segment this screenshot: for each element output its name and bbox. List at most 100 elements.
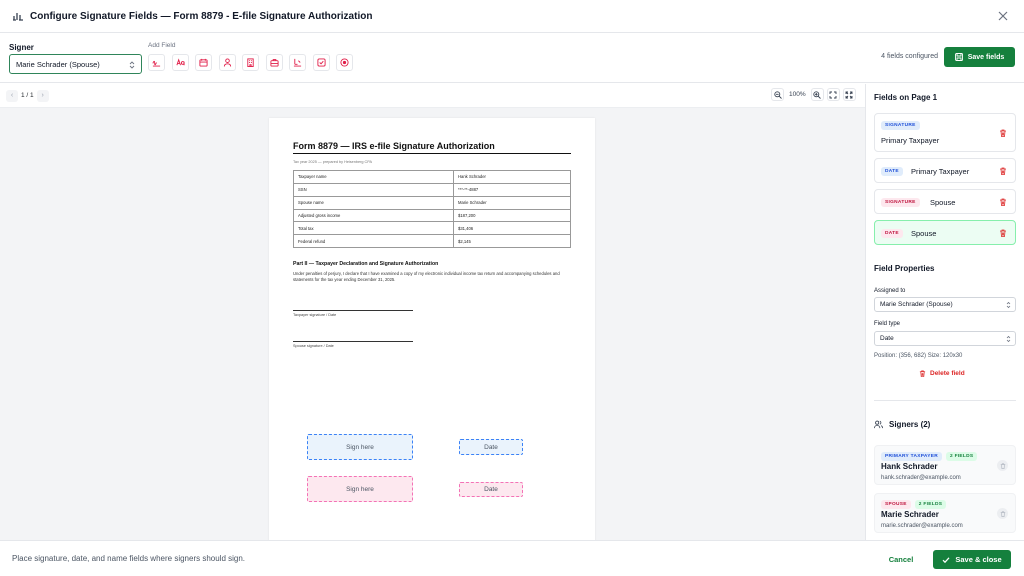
zoom-level: 100% bbox=[789, 91, 806, 98]
row-label: Total tax bbox=[293, 221, 454, 236]
radio-icon bbox=[340, 58, 349, 67]
signer-select-value: Marie Schrader (Spouse) bbox=[16, 59, 100, 69]
viewer-toolbar: ‹ 1 / 1 › 100% bbox=[0, 84, 865, 108]
checkbox-tool[interactable] bbox=[312, 54, 330, 71]
fullscreen-button[interactable] bbox=[842, 88, 856, 101]
company-tool[interactable] bbox=[242, 54, 259, 71]
signer-card[interactable]: PRIMARY TAXPAYER 2 FIELDS Hank Schrader … bbox=[874, 445, 1016, 485]
field-card[interactable]: SIGNATURE Primary Taxpayer bbox=[874, 113, 1016, 152]
trash-icon[interactable] bbox=[999, 198, 1007, 206]
field-type-badge: SIGNATURE bbox=[881, 198, 920, 207]
calendar-icon bbox=[199, 58, 208, 67]
remove-signer-icon[interactable] bbox=[997, 460, 1008, 471]
text-tool[interactable] bbox=[289, 54, 306, 71]
field-card[interactable]: SIGNATURE Spouse bbox=[874, 189, 1016, 214]
signers-heading: Signers (2) bbox=[889, 420, 931, 429]
spouse-signature-line bbox=[293, 341, 413, 342]
footer-hint: Place signature, date, and name fields w… bbox=[12, 554, 246, 563]
table-row: Adjusted gross income $187,200 bbox=[293, 208, 571, 223]
check-icon bbox=[942, 556, 950, 564]
signer-role-badge: SPOUSE bbox=[881, 500, 911, 509]
radio-tool[interactable] bbox=[336, 54, 353, 71]
row-value: $187,200 bbox=[453, 208, 571, 223]
modal-header: Configure Signature Fields — Form 8879 -… bbox=[0, 0, 1024, 33]
row-value: $31,406 bbox=[453, 221, 571, 236]
table-row: Spouse name Marie Schrader bbox=[293, 195, 571, 210]
field-assignee: Primary Taxpayer bbox=[911, 167, 970, 176]
row-label: Federal refund bbox=[293, 234, 454, 249]
part-two-body: Under penalties of perjury, I declare th… bbox=[293, 271, 560, 283]
date-tool[interactable] bbox=[195, 54, 212, 71]
field-tool-group bbox=[148, 54, 353, 71]
placed-signature-field-primary[interactable]: Sign here bbox=[307, 434, 413, 460]
document-subtitle: Tax year 2025 — prepared by Heisenberg C… bbox=[293, 160, 373, 164]
row-label: SSN bbox=[293, 182, 454, 197]
document-title: Form 8879 — IRS e-file Signature Authori… bbox=[293, 141, 495, 151]
field-type-badge: DATE bbox=[881, 229, 903, 238]
field-type-select[interactable]: Date bbox=[874, 331, 1016, 346]
save-and-close-button[interactable]: Save & close bbox=[933, 550, 1011, 569]
signer-name: Marie Schrader bbox=[881, 510, 939, 519]
field-type-badge: DATE bbox=[881, 167, 903, 176]
placed-signature-field-spouse[interactable]: Sign here bbox=[307, 476, 413, 502]
title-divider bbox=[293, 153, 571, 154]
initials-tool[interactable] bbox=[171, 54, 189, 71]
tax-summary-table: Taxpayer name Hank Schrader SSN ***-**-488… bbox=[293, 170, 571, 249]
delete-field-label: Delete field bbox=[930, 370, 965, 377]
trash-icon[interactable] bbox=[999, 229, 1007, 237]
placed-date-field-spouse[interactable]: Date bbox=[459, 482, 523, 497]
field-card[interactable]: DATE Primary Taxpayer bbox=[874, 158, 1016, 183]
zoom-out-icon bbox=[773, 90, 782, 99]
signer-field-count-badge: 2 FIELDS bbox=[914, 500, 947, 509]
cancel-button[interactable]: Cancel bbox=[880, 550, 922, 568]
title-tool[interactable] bbox=[265, 54, 283, 71]
trash-icon bbox=[919, 370, 926, 377]
delete-field-button[interactable]: Delete field bbox=[919, 370, 965, 377]
name-tool[interactable] bbox=[218, 54, 236, 71]
row-label: Spouse name bbox=[293, 195, 454, 210]
previous-page-button[interactable]: ‹ bbox=[6, 89, 18, 102]
signature-tool[interactable] bbox=[148, 54, 165, 71]
fields-heading: Fields on Page 1 bbox=[874, 93, 938, 102]
zoom-in-icon bbox=[813, 90, 821, 99]
row-value: $2,145 bbox=[453, 234, 571, 249]
trash-icon[interactable] bbox=[999, 167, 1007, 175]
select-caret-icon bbox=[1006, 301, 1011, 309]
save-fields-button[interactable]: Save fields bbox=[944, 47, 1015, 67]
close-icon[interactable] bbox=[997, 10, 1009, 22]
signer-email: hank.schrader@example.com bbox=[881, 475, 961, 481]
assigned-to-select[interactable]: Marie Schrader (Spouse) bbox=[874, 297, 1016, 312]
zoom-out-button[interactable] bbox=[771, 88, 784, 101]
field-properties-heading: Field Properties bbox=[874, 264, 935, 273]
signer-field-count-badge: 2 FIELDS bbox=[945, 452, 978, 461]
trash-icon[interactable] bbox=[999, 129, 1007, 137]
signer-role-badge: PRIMARY TAXPAYER bbox=[881, 452, 942, 461]
table-row: SSN ***-**-4887 bbox=[293, 182, 571, 197]
fit-icon bbox=[829, 91, 837, 99]
next-page-button[interactable]: › bbox=[36, 89, 49, 102]
placed-date-field-primary[interactable]: Date bbox=[459, 439, 523, 455]
properties-sidebar: Fields on Page 1 SIGNATURE Primary Taxpa… bbox=[865, 84, 1024, 540]
spouse-signature-label: Spouse signature / Date bbox=[293, 344, 334, 348]
remove-signer-icon[interactable] bbox=[997, 508, 1008, 519]
document-page[interactable]: Form 8879 — IRS e-file Signature Authori… bbox=[269, 118, 595, 548]
fullscreen-icon bbox=[845, 91, 853, 99]
field-type-badge: SIGNATURE bbox=[881, 121, 920, 130]
row-value: Marie Schrader bbox=[453, 195, 571, 210]
page-navigator: ‹ 1 / 1 › bbox=[6, 88, 49, 103]
signer-card[interactable]: SPOUSE 2 FIELDS Marie Schrader marie.sch… bbox=[874, 493, 1016, 533]
person-icon bbox=[223, 58, 232, 67]
signer-select[interactable]: Marie Schrader (Spouse) bbox=[9, 54, 142, 74]
fit-page-button[interactable] bbox=[826, 88, 840, 101]
field-assignee: Primary Taxpayer bbox=[881, 136, 940, 145]
field-card-selected[interactable]: DATE Spouse bbox=[874, 220, 1016, 245]
field-toolbar: Signer Marie Schrader (Spouse) Add Field… bbox=[0, 33, 1024, 83]
signature-icon bbox=[12, 10, 24, 22]
assigned-to-value: Marie Schrader (Spouse) bbox=[880, 301, 953, 308]
add-field-label: Add Field bbox=[148, 42, 176, 49]
taxpayer-signature-label: Taxpayer signature / Date bbox=[293, 313, 337, 317]
assigned-to-label: Assigned to bbox=[874, 288, 906, 294]
zoom-in-button[interactable] bbox=[810, 88, 824, 101]
initials-icon bbox=[175, 58, 185, 67]
taxpayer-signature-line bbox=[293, 310, 413, 311]
